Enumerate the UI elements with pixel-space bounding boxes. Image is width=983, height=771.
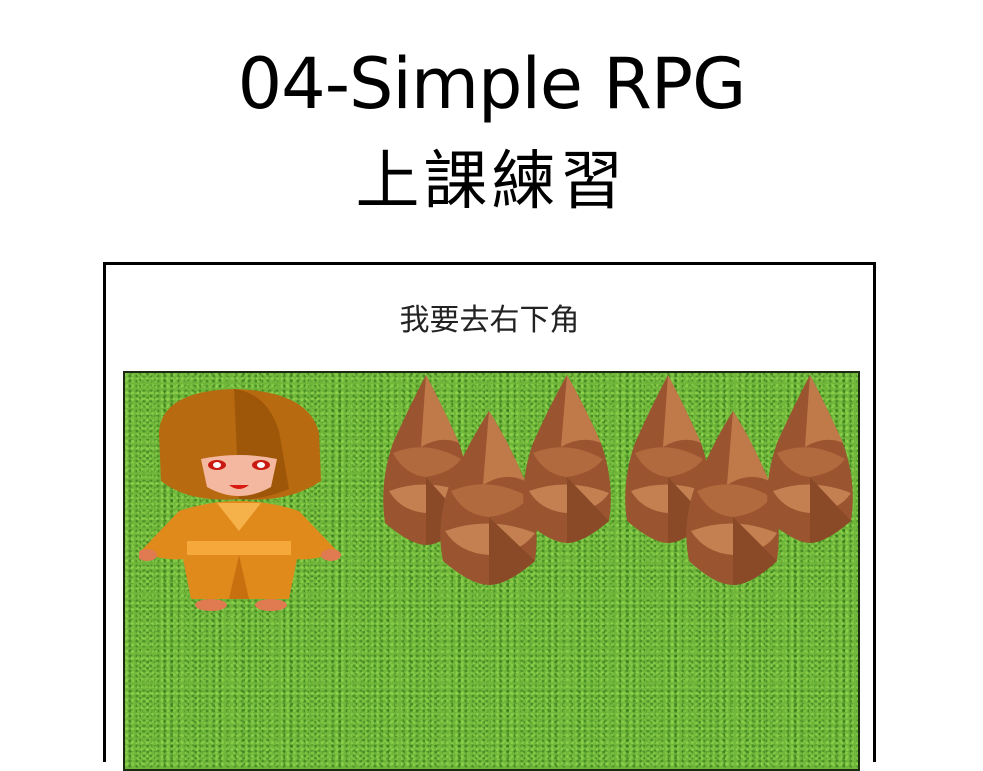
game-frame: 我要去右下角 [103,262,876,771]
monk-sprite[interactable] [139,381,349,613]
slide-title: 04-Simple RPG [237,43,747,125]
bamboo-shoot-sprite [521,373,613,545]
game-message: 我要去右下角 [399,303,580,338]
slide-subtitle: 上課練習 [355,145,628,219]
game-stage[interactable] [123,371,860,771]
bamboo-shoot-sprite [765,373,855,545]
